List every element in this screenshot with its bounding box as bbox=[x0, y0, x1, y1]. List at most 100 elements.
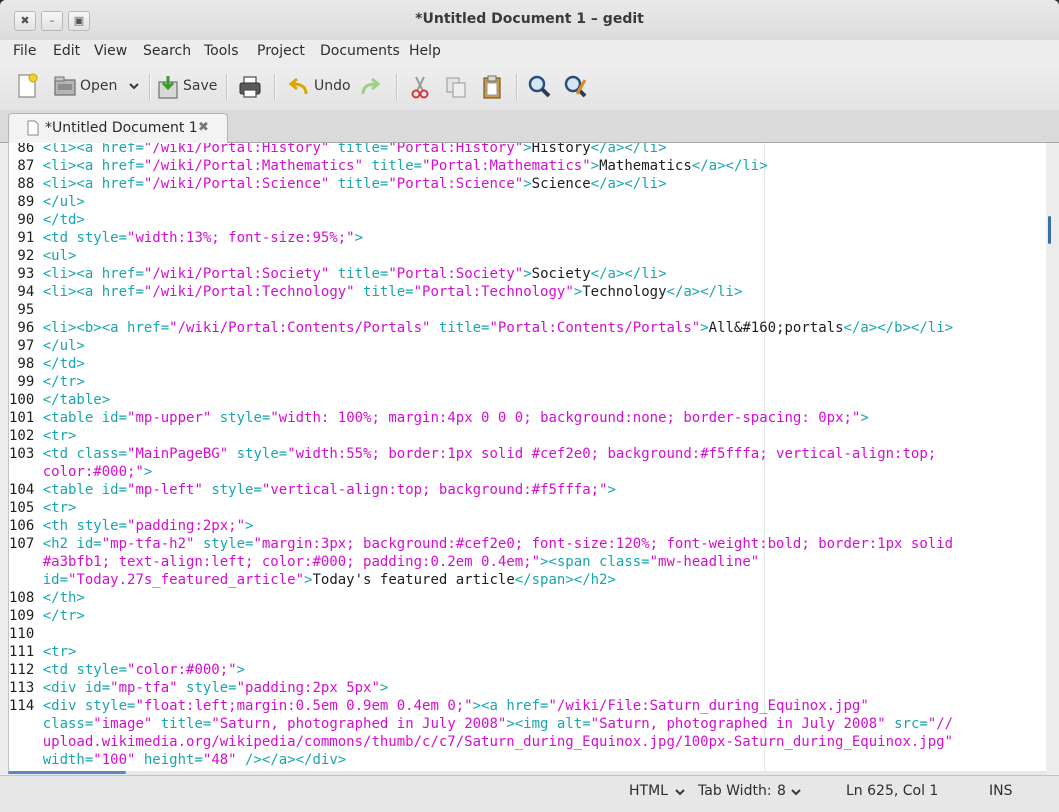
code-line[interactable]: 100 </table> bbox=[9, 391, 1045, 409]
code-token: Mathematics bbox=[599, 158, 692, 174]
code-token: <table bbox=[42, 482, 102, 498]
code-token: id= bbox=[101, 410, 128, 426]
code-token: class= bbox=[599, 554, 650, 570]
chevron-down-icon[interactable] bbox=[128, 80, 140, 92]
open-button[interactable]: Open bbox=[52, 72, 144, 102]
code-token: "mp-left" bbox=[127, 482, 203, 498]
vertical-scrollbar-thumb[interactable] bbox=[1048, 216, 1051, 244]
code-line[interactable]: 113 <div id="mp-tfa" style="padding:2px … bbox=[9, 679, 1045, 697]
code-token: </th> bbox=[42, 590, 85, 606]
code-line[interactable]: 99 </tr> bbox=[9, 373, 1045, 391]
code-line[interactable]: 88 <li><a href="/wiki/Portal:Science" ti… bbox=[9, 175, 1045, 193]
code-line[interactable]: 95 bbox=[9, 301, 1045, 319]
code-line[interactable]: 111 <tr> bbox=[9, 643, 1045, 661]
code-line[interactable]: 87 <li><a href="/wiki/Portal:Mathematics… bbox=[9, 157, 1045, 175]
code-token: "mp-upper" bbox=[127, 410, 212, 426]
code-line[interactable]: 106 <th style="padding:2px;"> bbox=[9, 517, 1045, 535]
code-token: Science bbox=[531, 176, 591, 192]
code-token: <li><a bbox=[42, 176, 102, 192]
undo-button[interactable]: Undo bbox=[286, 72, 351, 102]
menu-tools[interactable]: Tools bbox=[204, 43, 239, 59]
line-number: 114 bbox=[9, 698, 43, 714]
code-line[interactable]: 96 <li><b><a href="/wiki/Portal:Contents… bbox=[9, 319, 1045, 337]
code-line[interactable]: id="Today.27s_featured_article">Today's … bbox=[9, 571, 1045, 589]
code-line[interactable]: 105 <tr> bbox=[9, 499, 1045, 517]
code-token: /></a></div> bbox=[236, 752, 347, 768]
menu-file[interactable]: File bbox=[13, 43, 36, 59]
code-line[interactable]: 102 <tr> bbox=[9, 427, 1045, 445]
code-line[interactable]: 110 bbox=[9, 625, 1045, 643]
code-line[interactable]: 112 <td style="color:#000;"> bbox=[9, 661, 1045, 679]
line-number: 106 bbox=[9, 518, 43, 534]
code-token: ><img bbox=[506, 716, 557, 732]
code-token: "Portal:Society" bbox=[388, 266, 524, 282]
code-line[interactable]: 89 </ul> bbox=[9, 193, 1045, 211]
line-number: 103 bbox=[9, 446, 43, 462]
code-token: color:#000;" bbox=[42, 464, 144, 480]
paste-button[interactable] bbox=[480, 72, 506, 102]
tab-untitled-document-1[interactable]: *Untitled Document 1 ✖ bbox=[8, 113, 228, 143]
code-token: "width: 100%; margin:4px 0 0 0; backgrou… bbox=[270, 410, 861, 426]
code-line[interactable]: 104 <table id="mp-left" style="vertical-… bbox=[9, 481, 1045, 499]
code-line[interactable]: 98 </td> bbox=[9, 355, 1045, 373]
toolbar-separator bbox=[149, 74, 151, 100]
code-line[interactable]: color:#000;"> bbox=[9, 463, 1045, 481]
menu-help[interactable]: Help bbox=[409, 43, 441, 59]
code-line[interactable]: 94 <li><a href="/wiki/Portal:Technology"… bbox=[9, 283, 1045, 301]
horizontal-scrollbar-thumb[interactable] bbox=[8, 771, 126, 774]
code-token: "width:55%; border:1px solid #cef2e0; ba… bbox=[287, 446, 937, 462]
menu-edit[interactable]: Edit bbox=[53, 43, 80, 59]
tab-label: *Untitled Document 1 bbox=[45, 120, 198, 136]
redo-arrow-icon bbox=[361, 77, 381, 95]
code-line[interactable]: 97 </ul> bbox=[9, 337, 1045, 355]
copy-button[interactable] bbox=[444, 72, 470, 102]
status-bar: HTML Tab Width: 8 Ln 625, Col 1 INS bbox=[0, 775, 1059, 812]
save-button[interactable]: Save bbox=[156, 72, 218, 102]
menu-search[interactable]: Search bbox=[143, 43, 191, 59]
language-selector[interactable]: HTML bbox=[622, 776, 690, 806]
code-line[interactable]: 103 <td class="MainPageBG" style="width:… bbox=[9, 445, 1045, 463]
code-line[interactable]: width="100" height="48" /></a></div> bbox=[9, 751, 1045, 769]
code-token: > bbox=[143, 464, 153, 480]
new-document-button[interactable] bbox=[14, 72, 42, 102]
code-line[interactable]: 93 <li><a href="/wiki/Portal:Society" ti… bbox=[9, 265, 1045, 283]
code-token: upload.wikimedia.org/wikipedia/commons/t… bbox=[42, 734, 954, 750]
menu-project[interactable]: Project bbox=[257, 43, 305, 59]
code-token: "mw-headline" bbox=[649, 554, 760, 570]
code-line[interactable]: 101 <table id="mp-upper" style="width: 1… bbox=[9, 409, 1045, 427]
code-line[interactable]: 108 </th> bbox=[9, 589, 1045, 607]
code-token: Technology bbox=[582, 284, 667, 300]
code-line[interactable]: 90 </td> bbox=[9, 211, 1045, 229]
redo-button[interactable] bbox=[359, 72, 387, 102]
code-token: > bbox=[236, 662, 246, 678]
text-editor[interactable]: 86 <li><a href="/wiki/Portal:History" ti… bbox=[8, 143, 1047, 771]
find-replace-button[interactable] bbox=[563, 72, 589, 102]
menu-view[interactable]: View bbox=[94, 43, 127, 59]
new-document-icon bbox=[18, 73, 38, 98]
print-icon bbox=[239, 76, 261, 98]
code-line[interactable]: 92 <ul> bbox=[9, 247, 1045, 265]
cut-button[interactable] bbox=[408, 72, 434, 102]
code-line[interactable]: class="image" title="Saturn, photographe… bbox=[9, 715, 1045, 733]
find-button[interactable] bbox=[527, 72, 553, 102]
code-token: </ul> bbox=[42, 194, 85, 210]
code-line[interactable]: upload.wikimedia.org/wikipedia/commons/t… bbox=[9, 733, 1045, 751]
line-number: 102 bbox=[9, 428, 43, 444]
code-line[interactable]: 107 <h2 id="mp-tfa-h2" style="margin:3px… bbox=[9, 535, 1045, 553]
code-token: style= bbox=[177, 680, 237, 696]
line-number: 101 bbox=[9, 410, 43, 426]
code-line[interactable]: 114 <div style="float:left;margin:0.5em … bbox=[9, 697, 1045, 715]
tab-width-selector[interactable]: Tab Width: 8 bbox=[694, 776, 808, 806]
code-line[interactable]: 91 <td style="width:13%; font-size:95%;"… bbox=[9, 229, 1045, 247]
code-line[interactable]: #a3bfb1; text-align:left; color:#000; pa… bbox=[9, 553, 1045, 571]
code-token: height= bbox=[135, 752, 203, 768]
code-line[interactable]: 109 </tr> bbox=[9, 607, 1045, 625]
print-button[interactable] bbox=[237, 72, 265, 102]
code-token: "Portal:History" bbox=[388, 143, 524, 156]
menu-documents[interactable]: Documents bbox=[320, 43, 400, 59]
close-tab-icon[interactable]: ✖ bbox=[198, 120, 209, 135]
title-bar[interactable]: ✖ – ▣ *Untitled Document 1 – gedit bbox=[0, 0, 1059, 40]
code-token: style= bbox=[84, 698, 136, 714]
code-line[interactable]: 86 <li><a href="/wiki/Portal:History" ti… bbox=[9, 143, 1045, 157]
magnifier-icon bbox=[528, 75, 551, 98]
